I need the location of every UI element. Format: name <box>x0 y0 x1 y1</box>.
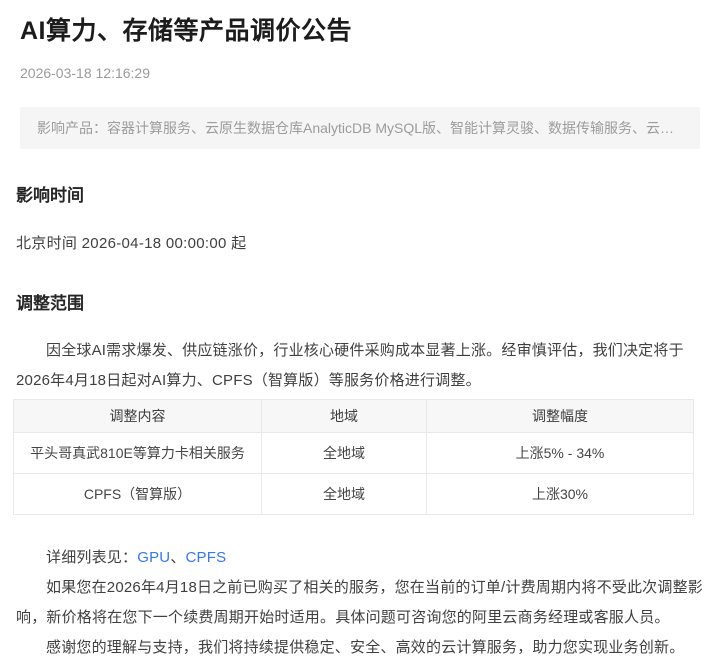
link-separator: 、 <box>170 549 185 566</box>
column-header-content: 调整内容 <box>14 400 262 433</box>
price-adjustment-table: 调整内容 地域 调整幅度 平头哥真武810E等算力卡相关服务 全地域 上涨5% … <box>13 399 694 515</box>
column-header-adjustment: 调整幅度 <box>427 400 694 433</box>
impact-time-value: 北京时间 2026-04-18 00:00:00 起 <box>16 232 704 253</box>
scope-intro-paragraph: 因全球AI需求爆发、供应链涨价，行业核心硬件采购成本显著上涨。经审慎评估，我们决… <box>16 336 704 396</box>
grandfather-clause-paragraph: 如果您在2026年4月18日之前已购买了相关的服务，您在当前的订单/计费周期内将… <box>16 573 704 633</box>
detail-list-prefix: 详细列表见： <box>46 549 137 566</box>
section-heading-scope: 调整范围 <box>16 294 704 314</box>
table-header-row: 调整内容 地域 调整幅度 <box>14 400 694 433</box>
announcement-page: AI算力、存储等产品调价公告 2026-03-18 12:16:29 影响产品：… <box>0 15 720 663</box>
page-title: AI算力、存储等产品调价公告 <box>20 15 700 48</box>
table-row: CPFS（智算版） 全地域 上涨30% <box>14 474 694 515</box>
cell-region: 全地域 <box>262 433 427 474</box>
cell-adjustment: 上涨5% - 34% <box>427 433 694 474</box>
publish-time: 2026-03-18 12:16:29 <box>20 65 700 81</box>
cell-region: 全地域 <box>262 474 427 515</box>
cell-adjustment: 上涨30% <box>427 474 694 515</box>
cell-content: CPFS（智算版） <box>14 474 262 515</box>
cell-content: 平头哥真武810E等算力卡相关服务 <box>14 433 262 474</box>
affected-products-notice: 影响产品：容器计算服务、云原生数据仓库AnalyticDB MySQL版、智能计… <box>20 107 700 149</box>
column-header-region: 地域 <box>262 400 427 433</box>
thanks-paragraph: 感谢您的理解与支持，我们将持续提供稳定、安全、高效的云计算服务，助力您实现业务创… <box>16 633 704 663</box>
detail-list-line: 详细列表见：GPU、CPFS <box>16 543 704 573</box>
section-heading-impact-time: 影响时间 <box>16 186 704 206</box>
gpu-price-list-link[interactable]: GPU <box>137 549 170 566</box>
table-row: 平头哥真武810E等算力卡相关服务 全地域 上涨5% - 34% <box>14 433 694 474</box>
cpfs-price-list-link[interactable]: CPFS <box>186 549 227 566</box>
